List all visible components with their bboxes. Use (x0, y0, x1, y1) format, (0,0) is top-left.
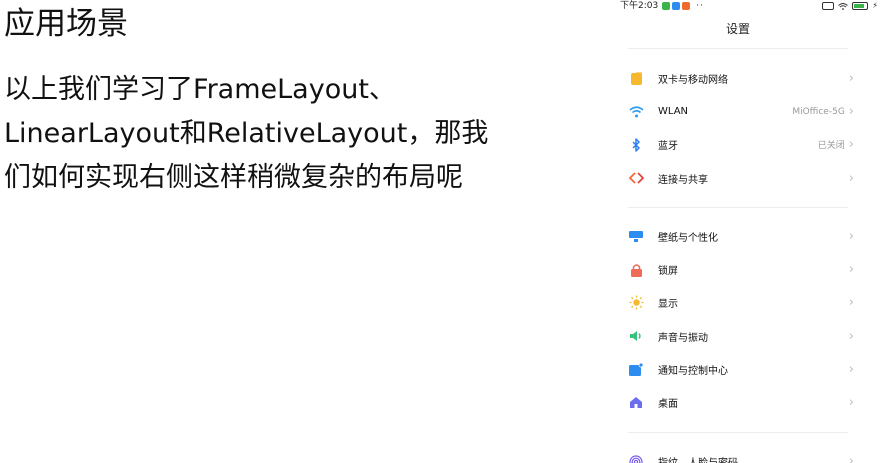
display-sun-icon (628, 295, 644, 311)
settings-row-label: 蓝牙 (658, 141, 678, 153)
wifi-icon (628, 104, 644, 120)
chevron-right-icon: › (848, 262, 854, 278)
chevron-right-icon: › (848, 229, 854, 244)
settings-row[interactable]: 声音与振动 › (628, 320, 854, 353)
status-bar: 下午2:03 ·· ⚡ (620, 0, 880, 12)
settings-row-label: WLAN (658, 106, 689, 118)
slide-body: 以上我们学习了FrameLayout、 LinearLayout和Relativ… (4, 68, 564, 200)
status-charging-icon: ⚡ (872, 1, 878, 10)
settings-row[interactable]: 壁纸与个性化 › (628, 220, 854, 253)
settings-row[interactable]: 锁屏 › (628, 253, 854, 286)
settings-row[interactable]: 连接与共享 › (628, 162, 854, 195)
slide-title: 应用场景 (4, 6, 128, 42)
status-app-icon (662, 2, 671, 10)
bluetooth-icon (628, 137, 644, 153)
settings-group-divider (628, 207, 848, 208)
settings-group-divider (628, 432, 848, 433)
settings-header-divider (628, 48, 848, 49)
settings-row-label: 指纹、人脸与密码 (658, 454, 849, 463)
settings-row[interactable]: 双卡与移动网络 › (628, 62, 854, 95)
chevron-right-icon: › (848, 395, 854, 410)
settings-page-title: 设置 (725, 22, 750, 36)
slide-body-line: 们如何实现右侧这样稍微复杂的布局呢 (4, 162, 463, 193)
settings-row-label: 显示 (658, 299, 678, 311)
share-connect-icon (628, 170, 644, 186)
chevron-right-icon: › (848, 170, 854, 186)
lock-screen-icon (628, 262, 644, 278)
status-more-dots: ·· (696, 1, 704, 11)
settings-row-label: 声音与振动 (658, 332, 708, 344)
wallpaper-icon (628, 229, 644, 245)
chevron-right-icon: › (848, 104, 854, 120)
status-battery-icon (852, 2, 869, 10)
status-app-icon (682, 2, 691, 10)
chevron-right-icon: › (848, 295, 854, 311)
settings-row-label: 连接与共享 (658, 174, 708, 186)
settings-row[interactable]: WLAN MiOffice-5G › (628, 95, 854, 128)
status-wifi-icon (838, 2, 849, 10)
settings-row[interactable]: 桌面 › (628, 386, 854, 419)
sim-card-icon (628, 71, 644, 87)
status-time: 下午2:03 (620, 1, 659, 11)
settings-row-value: MiOffice-5G (792, 106, 845, 117)
notification-icon (628, 361, 644, 377)
phone-settings-screenshot: 下午2:03 ·· ⚡ 设置 双卡与移动网络 › WLAN MiOffice-5G › 蓝… (612, 0, 886, 463)
home-desktop-icon (628, 395, 644, 411)
settings-row-label: 锁屏 (658, 266, 678, 278)
settings-row[interactable]: 指纹、人脸与密码› (628, 445, 854, 463)
chevron-right-icon: › (848, 137, 854, 153)
status-app-icon (672, 2, 681, 10)
fingerprint-icon (628, 454, 644, 463)
chevron-right-icon: › (848, 454, 854, 463)
settings-row[interactable]: 通知与控制中心 › (628, 353, 854, 386)
settings-row-value: 已关闭 (817, 141, 845, 152)
slide-body-line: LinearLayout和RelativeLayout，那我 (4, 118, 489, 149)
settings-row-label: 桌面 (658, 399, 678, 410)
chevron-right-icon: › (848, 328, 854, 344)
status-sim-icon (822, 2, 835, 10)
chevron-right-icon: › (848, 361, 854, 377)
chevron-right-icon: › (848, 71, 854, 86)
sound-icon (628, 328, 644, 344)
settings-row-label: 壁纸与个性化 (658, 233, 718, 244)
settings-row[interactable]: 显示 › (628, 286, 854, 319)
settings-row-label: 通知与控制中心 (658, 365, 728, 377)
slide-body-line: 以上我们学习了FrameLayout、 (4, 74, 396, 105)
settings-row-label: 双卡与移动网络 (658, 75, 728, 86)
settings-row[interactable]: 蓝牙 已关闭 › (628, 128, 854, 161)
